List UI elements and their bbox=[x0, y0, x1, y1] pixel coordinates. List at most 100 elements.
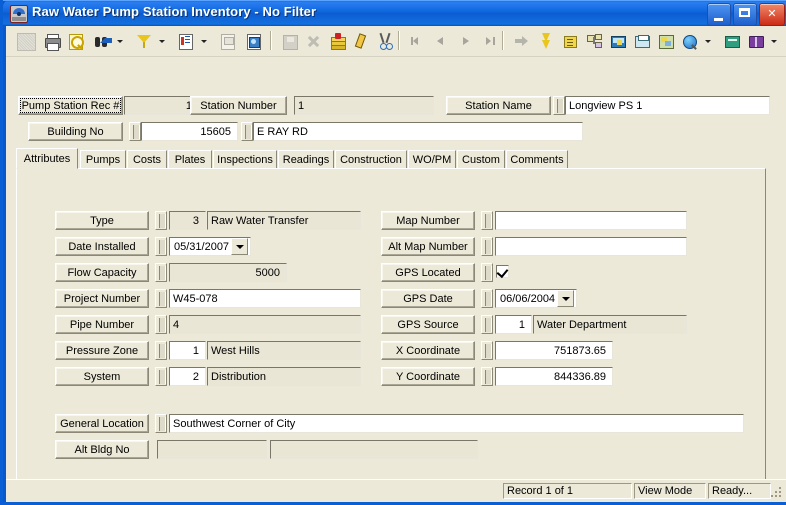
calendar-dropdown-button[interactable] bbox=[231, 238, 248, 255]
add-record-button[interactable] bbox=[325, 29, 349, 52]
date-installed-picker[interactable]: 05/31/2007 bbox=[169, 237, 251, 256]
alt-map-number-value[interactable] bbox=[495, 237, 687, 256]
gps-source-lookup-button[interactable] bbox=[481, 315, 493, 334]
flow-capacity-label-button[interactable]: Flow Capacity bbox=[55, 263, 149, 282]
map-number-label-button[interactable]: Map Number bbox=[381, 211, 475, 230]
report-dropdown[interactable] bbox=[197, 29, 209, 52]
pressure-zone-code[interactable]: 1 bbox=[169, 341, 206, 360]
tab-plates[interactable]: Plates bbox=[168, 150, 212, 169]
pipe-number-label-button[interactable]: Pipe Number bbox=[55, 315, 149, 334]
type-lookup-button[interactable] bbox=[155, 211, 167, 230]
map-button[interactable] bbox=[653, 29, 677, 52]
previous-record-button[interactable] bbox=[429, 29, 453, 52]
pump-station-rec-label-button[interactable]: Pump Station Rec # bbox=[18, 96, 123, 115]
system-code[interactable]: 2 bbox=[169, 367, 206, 386]
screen-button[interactable] bbox=[605, 29, 629, 52]
tab-construction[interactable]: Construction bbox=[335, 150, 407, 169]
copy-record-button[interactable] bbox=[241, 29, 265, 52]
flow-capacity-lookup-button[interactable] bbox=[155, 263, 167, 282]
pipe-number-lookup-button[interactable] bbox=[155, 315, 167, 334]
station-name-lookup-button[interactable] bbox=[553, 96, 565, 115]
x-coordinate-lookup-button[interactable] bbox=[481, 341, 493, 360]
station-number-label-button[interactable]: Station Number bbox=[190, 96, 287, 115]
station-name-value[interactable]: Longview PS 1 bbox=[565, 96, 770, 115]
goto-button[interactable] bbox=[509, 29, 533, 52]
filter-button[interactable] bbox=[131, 29, 155, 52]
alt-map-number-label-button[interactable]: Alt Map Number bbox=[381, 237, 475, 256]
calendar-dropdown-button[interactable] bbox=[557, 290, 574, 307]
tab-readings[interactable]: Readings bbox=[278, 150, 334, 169]
gps-date-picker[interactable]: 06/06/2004 bbox=[495, 289, 577, 308]
calculator-button[interactable] bbox=[719, 29, 743, 52]
print-preview-button[interactable] bbox=[63, 29, 87, 52]
minimize-button[interactable] bbox=[707, 3, 731, 26]
fax-button[interactable] bbox=[629, 29, 653, 52]
project-number-label-button[interactable]: Project Number bbox=[55, 289, 149, 308]
find-dropdown[interactable] bbox=[113, 29, 125, 52]
delete-button[interactable] bbox=[301, 29, 325, 52]
globe-dropdown[interactable] bbox=[701, 29, 713, 52]
building-no-label-button[interactable]: Building No bbox=[28, 122, 123, 141]
y-coordinate-lookup-button[interactable] bbox=[481, 367, 493, 386]
report-button[interactable] bbox=[173, 29, 197, 52]
layout-button[interactable] bbox=[557, 29, 581, 52]
project-number-value[interactable]: W45-078 bbox=[169, 289, 361, 308]
tab-wo-pm[interactable]: WO/PM bbox=[408, 150, 456, 169]
edit-button[interactable] bbox=[349, 29, 373, 52]
help-book-button[interactable] bbox=[743, 29, 767, 52]
filter-dropdown[interactable] bbox=[155, 29, 167, 52]
alt-map-number-lookup-button[interactable] bbox=[481, 237, 493, 256]
gps-source-code[interactable]: 1 bbox=[495, 315, 532, 334]
last-record-button[interactable] bbox=[477, 29, 501, 52]
tab-costs[interactable]: Costs bbox=[127, 150, 167, 169]
next-record-button[interactable] bbox=[453, 29, 477, 52]
general-location-lookup-button[interactable] bbox=[155, 414, 167, 433]
x-coordinate-value[interactable]: 751873.65 bbox=[495, 341, 613, 360]
map-number-lookup-button[interactable] bbox=[481, 211, 493, 230]
save-button[interactable] bbox=[277, 29, 301, 52]
help-dropdown[interactable] bbox=[767, 29, 779, 52]
gps-located-label-button[interactable]: GPS Located bbox=[381, 263, 475, 282]
tab-custom[interactable]: Custom bbox=[457, 150, 505, 169]
first-record-button[interactable] bbox=[405, 29, 429, 52]
system-lookup-button[interactable] bbox=[155, 367, 167, 386]
cut-button[interactable] bbox=[373, 29, 397, 52]
alt-bldg-no-label-button[interactable]: Alt Bldg No bbox=[55, 440, 149, 459]
general-location-value[interactable]: Southwest Corner of City bbox=[169, 414, 744, 433]
building-no-lookup-button[interactable] bbox=[129, 122, 141, 141]
close-button[interactable]: ✕ bbox=[759, 3, 785, 26]
general-location-label-button[interactable]: General Location bbox=[55, 414, 149, 433]
tab-attributes[interactable]: Attributes bbox=[16, 148, 78, 169]
station-name-label-button[interactable]: Station Name bbox=[446, 96, 551, 115]
new-record-button[interactable] bbox=[13, 29, 37, 52]
tab-pumps[interactable]: Pumps bbox=[80, 150, 126, 169]
street-lookup-button[interactable] bbox=[241, 122, 253, 141]
globe-button[interactable] bbox=[677, 29, 701, 52]
gps-located-lookup-button[interactable] bbox=[481, 263, 493, 282]
y-coordinate-value[interactable]: 844336.89 bbox=[495, 367, 613, 386]
properties-button[interactable] bbox=[215, 29, 239, 52]
find-button[interactable] bbox=[89, 29, 113, 52]
pressure-zone-label-button[interactable]: Pressure Zone bbox=[55, 341, 149, 360]
tab-comments[interactable]: Comments bbox=[506, 150, 568, 169]
maximize-button[interactable] bbox=[733, 3, 757, 26]
gps-source-label-button[interactable]: GPS Source bbox=[381, 315, 475, 334]
type-label-button[interactable]: Type bbox=[55, 211, 149, 230]
date-installed-label-button[interactable]: Date Installed bbox=[55, 237, 149, 256]
system-label-button[interactable]: System bbox=[55, 367, 149, 386]
y-coordinate-label-button[interactable]: Y Coordinate bbox=[381, 367, 475, 386]
hierarchy-button[interactable] bbox=[581, 29, 605, 52]
resize-grip[interactable] bbox=[769, 485, 783, 499]
gps-date-lookup-button[interactable] bbox=[481, 289, 493, 308]
tab-inspections[interactable]: Inspections bbox=[213, 150, 277, 169]
building-no-value[interactable]: 15605 bbox=[141, 122, 238, 141]
map-number-value[interactable] bbox=[495, 211, 687, 230]
date-installed-lookup-button[interactable] bbox=[155, 237, 167, 256]
gps-date-label-button[interactable]: GPS Date bbox=[381, 289, 475, 308]
street-value[interactable]: E RAY RD bbox=[253, 122, 583, 141]
x-coordinate-label-button[interactable]: X Coordinate bbox=[381, 341, 475, 360]
print-button[interactable] bbox=[39, 29, 63, 52]
quick-action-button[interactable] bbox=[533, 29, 557, 52]
pressure-zone-lookup-button[interactable] bbox=[155, 341, 167, 360]
gps-located-checkbox[interactable] bbox=[496, 265, 509, 279]
